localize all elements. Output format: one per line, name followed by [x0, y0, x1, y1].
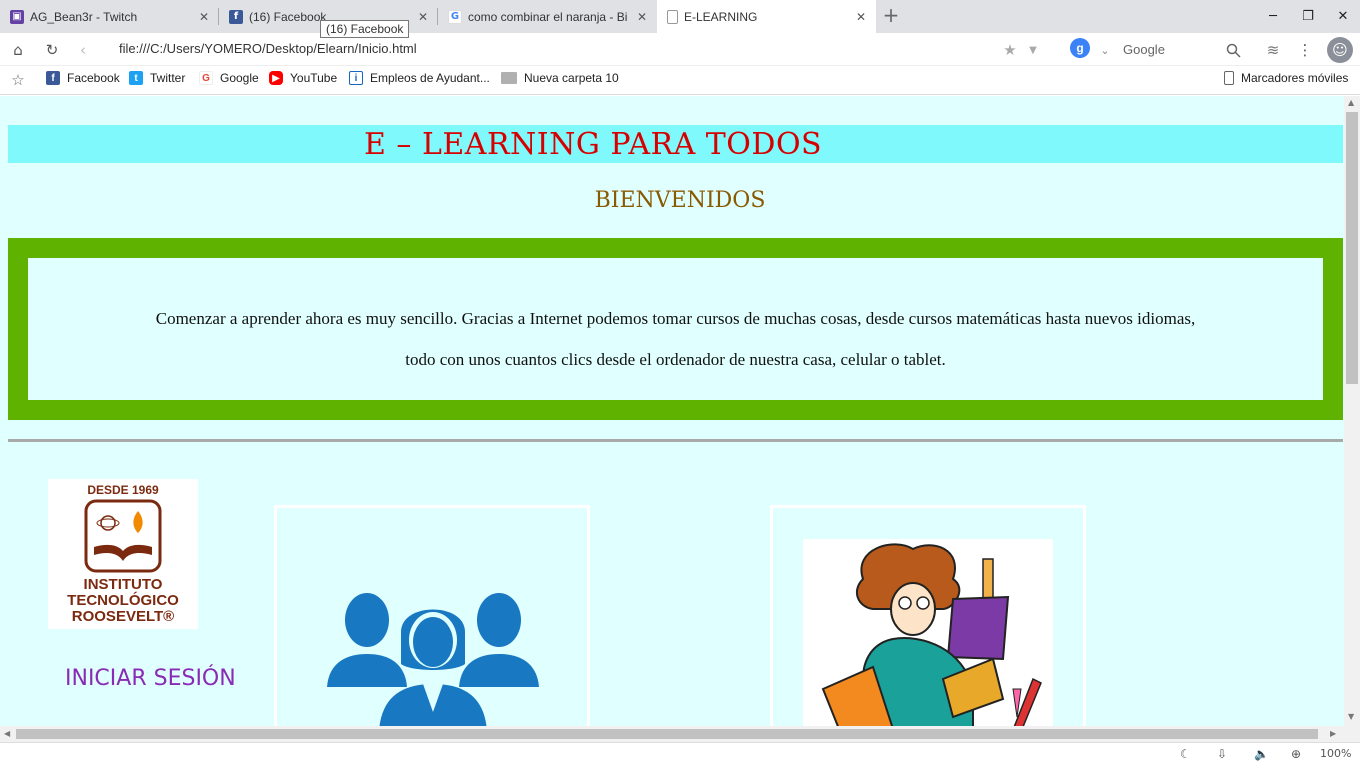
vertical-scrollbar[interactable]: ▲ ▼ — [1344, 96, 1360, 726]
search-icon[interactable] — [1222, 39, 1244, 61]
bookmark-empleos[interactable]: i Empleos de Ayudant... — [349, 71, 490, 85]
intro-text-line1: Comenzar a aprender ahora es muy sencill… — [155, 309, 1196, 328]
close-icon[interactable]: ✕ — [633, 8, 651, 26]
star-outline-icon[interactable]: ☆ — [7, 69, 29, 91]
restore-button[interactable]: ❐ — [1290, 0, 1326, 33]
logo-line: TECNOLÓGICO — [67, 592, 179, 609]
intro-frame: Comenzar a aprender ahora es muy sencill… — [8, 238, 1343, 420]
people-card[interactable] — [274, 505, 590, 726]
star-icon[interactable]: ★ — [999, 39, 1021, 61]
tab-tooltip: (16) Facebook — [320, 20, 410, 38]
search-input[interactable]: Google — [1123, 42, 1165, 57]
tab-google-search[interactable]: G como combinar el naranja - Bi ✕ — [438, 0, 657, 33]
facebook-icon: f — [229, 9, 243, 24]
logo-name: INSTITUTO TECNOLÓGICO ROOSEVELT® — [48, 577, 198, 625]
tab-title: AG_Bean3r - Twitch — [30, 9, 138, 24]
search-engine-icon[interactable]: g — [1070, 38, 1090, 58]
tab-strip: ▣ AG_Bean3r - Twitch ✕ f (16) Facebook ✕… — [0, 0, 1360, 33]
student-illustration — [803, 539, 1053, 726]
bookmark-label: Facebook — [67, 71, 120, 85]
bookmark-facebook[interactable]: f Facebook — [46, 71, 120, 85]
bookmark-label: Google — [220, 71, 259, 85]
scroll-down-icon[interactable]: ▼ — [1348, 712, 1354, 721]
people-group-icon — [327, 593, 539, 726]
facebook-icon: f — [46, 71, 60, 85]
login-link[interactable]: INICIAR SESIÓN — [65, 666, 236, 691]
youtube-icon: ▶ — [269, 71, 283, 85]
chevron-down-icon[interactable]: ⌄ — [1094, 39, 1116, 61]
back-icon[interactable]: ‹ — [72, 39, 94, 61]
divider — [8, 439, 1343, 442]
phone-icon — [1224, 71, 1234, 85]
download-icon[interactable]: ⇩ — [1217, 747, 1227, 761]
home-icon[interactable]: ⌂ — [7, 39, 29, 61]
close-icon[interactable]: ✕ — [195, 8, 213, 26]
intro-text-line2: todo con unos cuantos clics desde el ord… — [405, 350, 946, 369]
zoom-level[interactable]: 100% — [1320, 747, 1351, 760]
bookmark-folder[interactable]: Nueva carpeta 10 — [501, 71, 619, 85]
bookmark-twitter[interactable]: t Twitter — [129, 71, 185, 85]
scroll-thumb[interactable] — [1346, 112, 1358, 384]
google-icon: G — [448, 9, 462, 24]
scroll-up-icon[interactable]: ▲ — [1348, 98, 1354, 107]
folder-icon — [501, 72, 517, 84]
close-icon[interactable]: ✕ — [414, 8, 432, 26]
address-bar: ⌂ ↻ ‹ file:///C:/Users/YOMERO/Desktop/El… — [0, 33, 1360, 66]
close-window-button[interactable]: ✕ — [1325, 0, 1360, 33]
page-viewport: E – LEARNING PARA TODOS BIENVENIDOS Come… — [0, 96, 1344, 726]
bookmark-youtube[interactable]: ▶ YouTube — [269, 71, 337, 85]
zoom-icon[interactable]: ⊕ — [1291, 747, 1301, 761]
institute-logo[interactable]: DESDE 1969 INSTITUTO TECNOLÓGICO ROOSEVE… — [48, 479, 198, 629]
document-icon — [667, 9, 678, 24]
scroll-thumb[interactable] — [16, 729, 1318, 739]
logo-since: DESDE 1969 — [87, 483, 159, 497]
mobile-bookmarks[interactable]: Marcadores móviles — [1224, 71, 1348, 85]
info-icon: i — [349, 71, 363, 85]
tab-title: como combinar el naranja - Bi — [468, 9, 628, 24]
chevron-down-icon[interactable]: ▼ — [1022, 39, 1044, 61]
wifi-icon[interactable]: ≋ — [1262, 39, 1284, 61]
logo-line: ROOSEVELT® — [71, 608, 175, 625]
bookmark-google[interactable]: G Google — [199, 71, 259, 85]
bookmark-label: Nueva carpeta 10 — [524, 71, 619, 85]
bookmarks-bar: ☆ f Facebook t Twitter G Google ▶ YouTub… — [0, 66, 1360, 95]
scroll-right-icon[interactable]: ▶ — [1330, 729, 1336, 738]
night-mode-icon[interactable]: ☾ — [1180, 747, 1191, 761]
horizontal-scrollbar[interactable]: ◀ ▶ — [0, 726, 1344, 742]
page-header: E – LEARNING PARA TODOS — [8, 125, 1343, 163]
institute-emblem-icon — [84, 499, 162, 573]
new-tab-button[interactable]: + — [880, 5, 902, 27]
twitter-icon: t — [129, 71, 143, 85]
close-icon[interactable]: ✕ — [852, 8, 870, 26]
welcome-heading: BIENVENIDOS — [594, 188, 766, 213]
ghost-profile-icon[interactable]: ☺ — [1327, 37, 1353, 63]
student-cartoon-icon — [821, 543, 1042, 726]
twitch-icon: ▣ — [10, 9, 24, 24]
scroll-corner — [1344, 726, 1360, 742]
minimize-button[interactable]: ─ — [1255, 0, 1291, 33]
volume-icon[interactable]: 🔈 — [1254, 747, 1269, 761]
tab-elearning[interactable]: E-LEARNING ✕ — [657, 0, 876, 33]
bookmark-label: Twitter — [150, 71, 186, 85]
tab-twitch[interactable]: ▣ AG_Bean3r - Twitch ✕ — [0, 0, 219, 33]
google-icon: G — [199, 71, 213, 85]
page-title: E – LEARNING PARA TODOS — [364, 127, 823, 162]
bookmark-label: Marcadores móviles — [1241, 71, 1349, 85]
tab-title: E-LEARNING — [684, 9, 758, 24]
intro-panel: Comenzar a aprender ahora es muy sencill… — [28, 258, 1323, 400]
bookmark-label: YouTube — [290, 71, 338, 85]
scroll-left-icon[interactable]: ◀ — [4, 729, 10, 738]
menu-icon[interactable]: ⋮ — [1294, 39, 1316, 61]
url-input[interactable]: file:///C:/Users/YOMERO/Desktop/Elearn/I… — [119, 41, 417, 56]
bookmark-label: Empleos de Ayudant... — [370, 71, 490, 85]
status-bar: ☾ ⇩ 🔈 ⊕ 100% — [0, 742, 1360, 768]
reload-icon[interactable]: ↻ — [41, 39, 63, 61]
logo-line: INSTITUTO — [83, 576, 163, 593]
